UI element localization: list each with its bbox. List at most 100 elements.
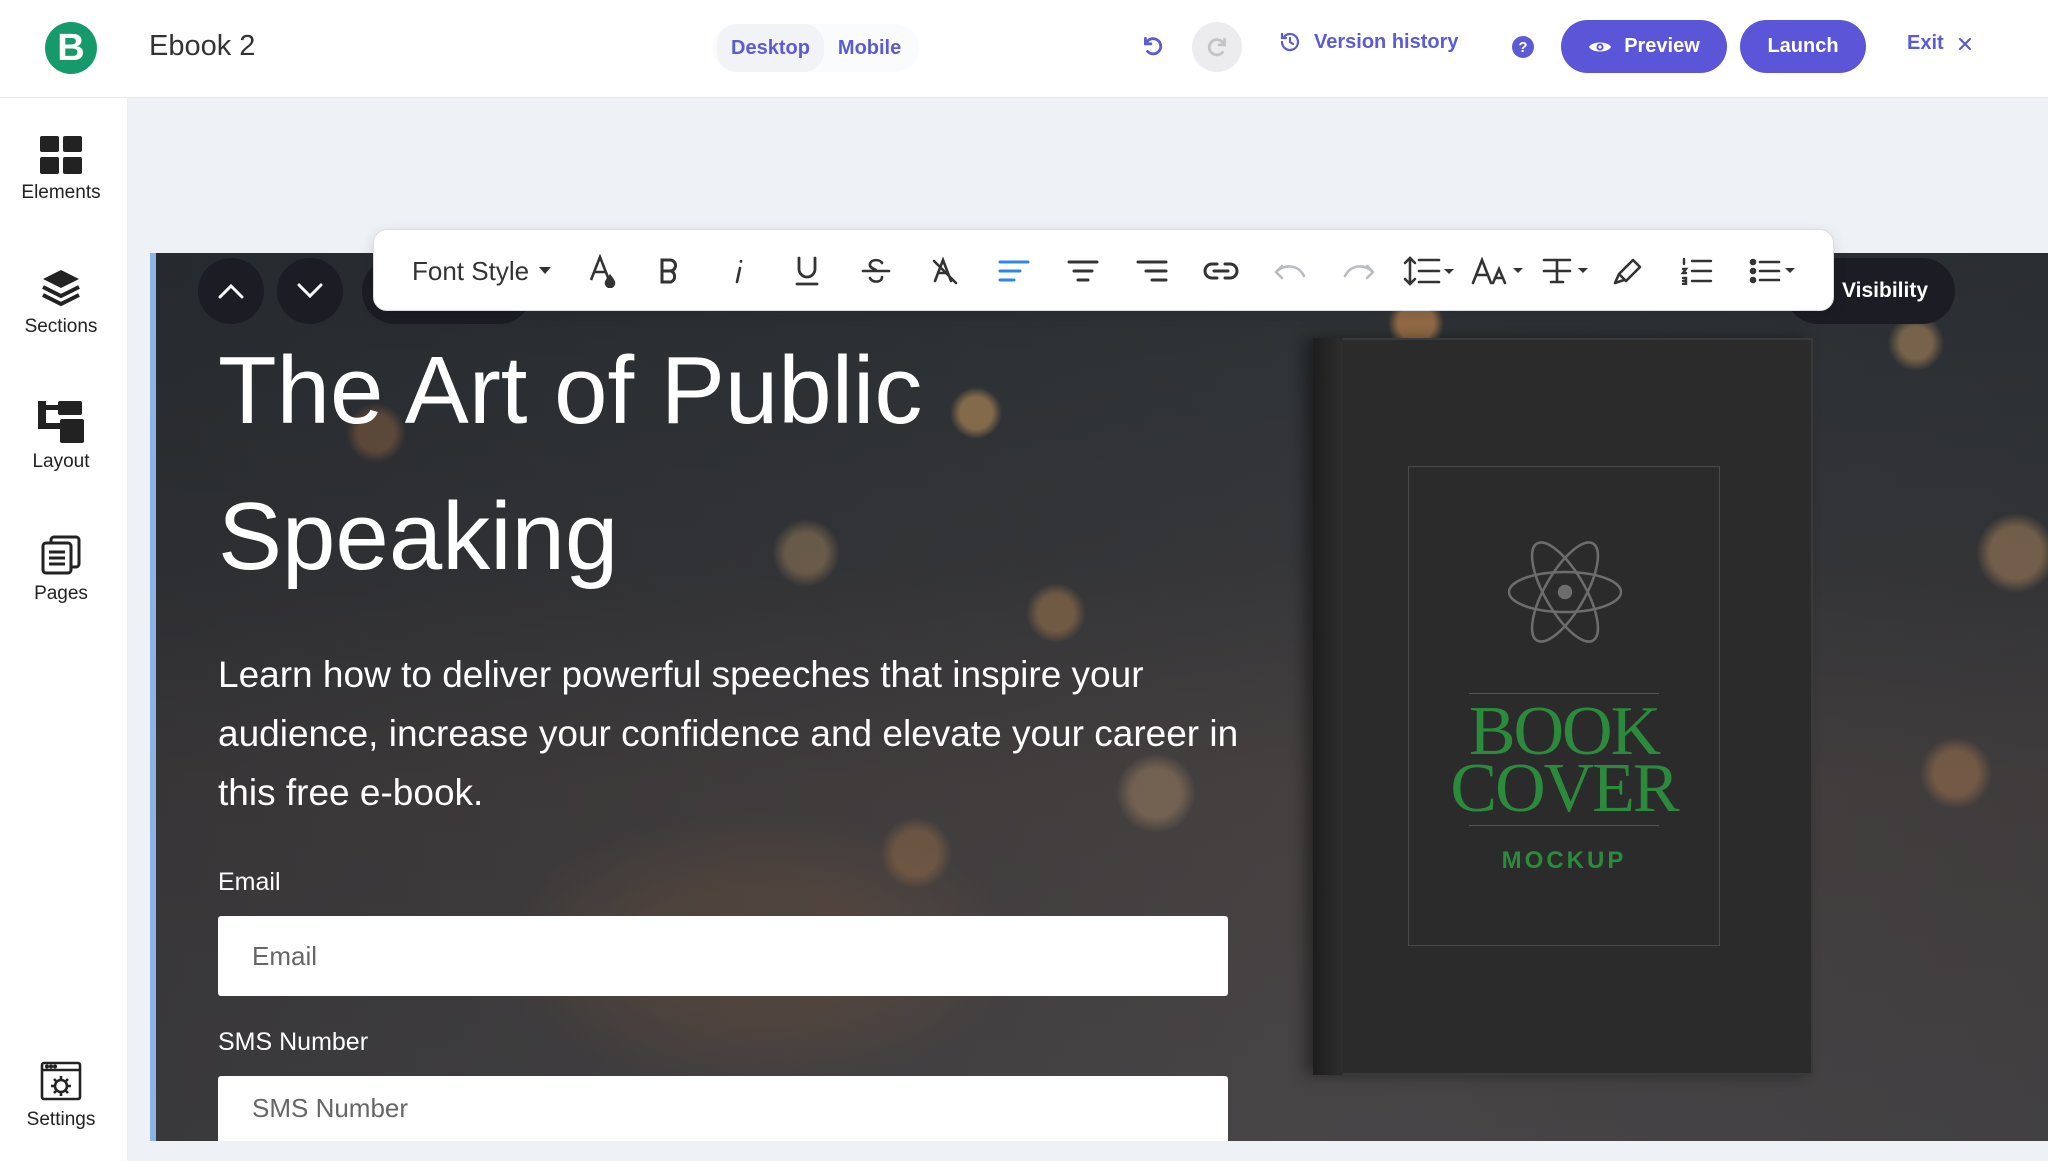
hero-title[interactable]: The Art of Public Speaking xyxy=(218,318,1118,610)
text-spacing-icon xyxy=(1542,258,1588,284)
email-label: Email xyxy=(218,868,281,896)
device-toggle: Desktop Mobile xyxy=(713,24,920,72)
left-sidebar: Elements Sections Layout Pages Settings xyxy=(0,98,128,1161)
sms-label: SMS Number xyxy=(218,1028,369,1056)
line-height-dropdown[interactable] xyxy=(1401,250,1457,292)
text-color-button[interactable] xyxy=(582,250,622,292)
sidebar-item-sections[interactable]: Sections xyxy=(0,268,122,338)
move-section-up-button[interactable] xyxy=(198,258,264,324)
undo-icon xyxy=(1144,37,1163,56)
undo-icon xyxy=(1274,264,1306,280)
sms-number-field[interactable]: SMS Number xyxy=(218,1076,1228,1141)
underline-icon xyxy=(795,256,819,286)
history-icon xyxy=(1280,32,1300,52)
toolbar-undo-button[interactable] xyxy=(1270,250,1310,292)
hero-subtitle[interactable]: Learn how to deliver powerful speeches t… xyxy=(218,645,1258,822)
clear-format-icon xyxy=(932,257,958,285)
preview-button[interactable]: Preview xyxy=(1561,20,1727,73)
hero-title-line: The Art of Public xyxy=(218,337,923,444)
line-height-icon xyxy=(1403,256,1454,286)
exit-button[interactable]: Exit xyxy=(1907,32,1972,55)
align-right-button[interactable] xyxy=(1132,250,1172,292)
book-cover-line: MOCKUP xyxy=(1501,847,1627,874)
move-section-down-button[interactable] xyxy=(277,258,343,324)
preview-label: Preview xyxy=(1624,35,1700,57)
redo-icon xyxy=(1207,38,1226,57)
strikethrough-button[interactable] xyxy=(856,250,896,292)
layout-tree-icon xyxy=(38,401,84,443)
highlighter-button[interactable] xyxy=(1608,250,1648,292)
sidebar-item-label: Settings xyxy=(26,1109,96,1130)
toolbar-redo-button[interactable] xyxy=(1339,250,1379,292)
sidebar-item-label: Pages xyxy=(34,583,88,604)
underline-button[interactable] xyxy=(787,250,827,292)
link-icon xyxy=(1203,262,1239,280)
desktop-option[interactable]: Desktop xyxy=(717,24,824,72)
unordered-list-dropdown[interactable] xyxy=(1746,250,1802,292)
app-logo[interactable]: B xyxy=(45,22,97,74)
align-center-button[interactable] xyxy=(1063,250,1103,292)
sidebar-item-pages[interactable]: Pages xyxy=(0,535,122,605)
chevron-down-icon xyxy=(297,283,323,299)
book-cover-frame: BOOK COVER MOCKUP xyxy=(1408,466,1720,946)
layers-icon xyxy=(42,270,80,307)
launch-label: Launch xyxy=(1767,35,1839,57)
clear-format-button[interactable] xyxy=(925,250,965,292)
redo-button[interactable] xyxy=(1192,22,1242,72)
book-cover-image[interactable]: BOOK COVER MOCKUP xyxy=(1313,338,1813,1075)
document-title[interactable]: Ebook 2 xyxy=(149,30,255,63)
version-history-label: Version history xyxy=(1314,30,1459,53)
text-format-toolbar: Font Style xyxy=(373,229,1834,311)
sidebar-item-layout[interactable]: Layout xyxy=(0,401,122,473)
atom-icon xyxy=(1507,541,1623,643)
sms-placeholder: SMS Number xyxy=(252,1093,409,1123)
sidebar-item-elements[interactable]: Elements xyxy=(0,136,122,204)
ordered-list-icon xyxy=(1681,257,1713,285)
strikethrough-icon xyxy=(861,258,891,283)
logo-letter: B xyxy=(57,26,85,69)
text-color-icon xyxy=(589,254,616,288)
email-field[interactable]: Email xyxy=(218,916,1228,996)
italic-icon xyxy=(735,259,743,284)
align-right-icon xyxy=(1136,260,1168,282)
hero-title-line: Speaking xyxy=(218,483,619,590)
font-size-icon xyxy=(1471,257,1523,285)
book-divider xyxy=(1469,825,1659,826)
grid-icon xyxy=(40,136,82,174)
chevron-up-icon xyxy=(218,283,244,299)
highlighter-icon xyxy=(1613,258,1642,285)
undo-button[interactable] xyxy=(1133,26,1173,66)
sidebar-item-label: Sections xyxy=(24,316,98,337)
email-placeholder: Email xyxy=(252,940,318,971)
settings-window-icon xyxy=(40,1061,82,1101)
link-button[interactable] xyxy=(1201,250,1241,292)
close-icon xyxy=(1958,37,1971,50)
unordered-list-icon xyxy=(1749,258,1795,284)
bold-icon xyxy=(660,258,677,284)
exit-label: Exit xyxy=(1907,32,1944,54)
italic-button[interactable] xyxy=(718,250,758,292)
sidebar-item-label: Elements xyxy=(21,182,101,203)
ordered-list-button[interactable] xyxy=(1677,250,1717,292)
font-style-dropdown[interactable]: Font Style xyxy=(412,250,552,292)
font-style-label: Font Style xyxy=(412,255,530,286)
eye-icon xyxy=(1589,42,1612,51)
align-left-button[interactable] xyxy=(994,250,1034,292)
mobile-option[interactable]: Mobile xyxy=(824,24,915,72)
align-left-icon xyxy=(998,260,1030,282)
top-bar: B Ebook 2 Desktop Mobile Version history… xyxy=(0,0,2048,98)
help-icon[interactable]: ? xyxy=(1512,36,1534,58)
version-history-button[interactable]: Version history xyxy=(1278,30,1459,54)
font-size-dropdown[interactable] xyxy=(1470,250,1526,292)
book-spine xyxy=(1313,338,1343,1075)
redo-icon xyxy=(1343,264,1375,280)
sidebar-item-settings[interactable]: Settings xyxy=(0,1061,122,1131)
caret-down-icon xyxy=(539,267,552,274)
pages-icon xyxy=(41,535,81,575)
launch-button[interactable]: Launch xyxy=(1740,20,1866,73)
visibility-label: Visibility xyxy=(1842,279,1928,302)
text-spacing-dropdown[interactable] xyxy=(1539,250,1595,292)
bold-button[interactable] xyxy=(649,250,689,292)
sidebar-item-label: Layout xyxy=(32,451,90,472)
align-center-icon xyxy=(1067,260,1099,282)
